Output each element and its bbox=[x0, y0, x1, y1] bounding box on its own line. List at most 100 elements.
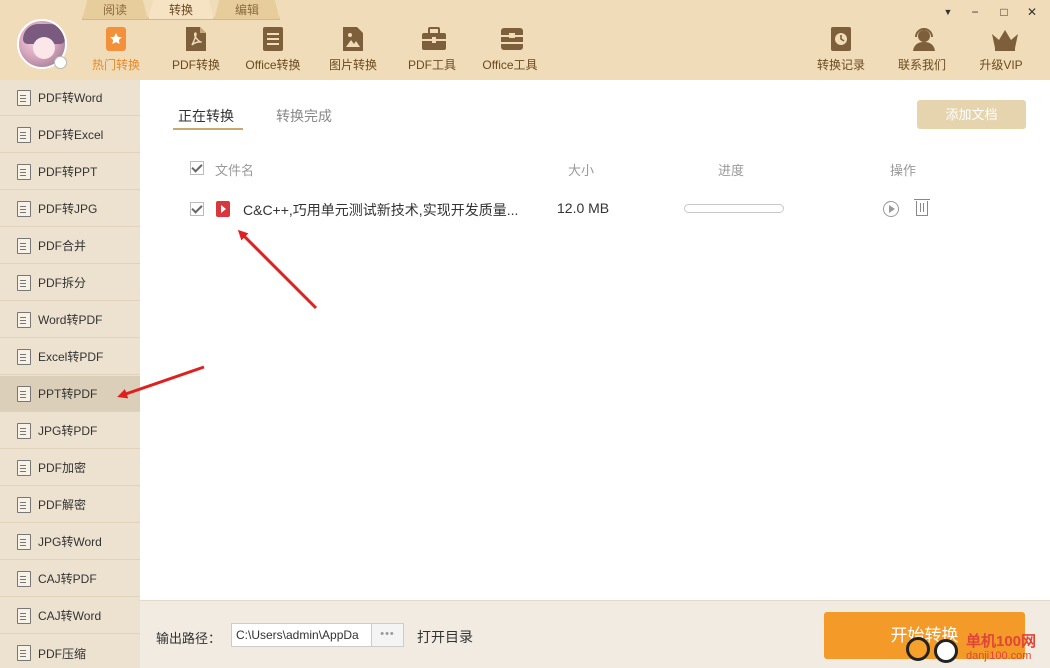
pdf-tools-button[interactable]: PDF工具 bbox=[404, 26, 460, 76]
pdf-file-icon bbox=[17, 163, 31, 180]
main-panel: 正在转换 转换完成 添加文档 文件名 大小 进度 操作 C&C++,巧用单元测试… bbox=[140, 80, 1050, 600]
header-filename: 文件名 bbox=[215, 163, 255, 178]
word-file-icon bbox=[17, 311, 31, 328]
history-button[interactable]: 转换记录 bbox=[814, 26, 868, 76]
sidebar-item-label: JPG转Word bbox=[38, 535, 102, 549]
tab-converting[interactable]: 正在转换 bbox=[178, 106, 234, 126]
output-path-value: C:\Users\admin\AppDa bbox=[236, 628, 359, 642]
merge-file-icon bbox=[17, 237, 31, 254]
progress-bar bbox=[684, 204, 784, 213]
file-size: 12.0 MB bbox=[557, 200, 610, 216]
ppt-file-icon bbox=[17, 385, 31, 402]
caj-file-icon bbox=[17, 607, 31, 624]
toolbox-icon bbox=[421, 26, 446, 52]
ppt-file-icon bbox=[216, 201, 230, 217]
add-document-button[interactable]: 添加文档 bbox=[917, 100, 1026, 129]
open-directory-link[interactable]: 打开目录 bbox=[417, 627, 473, 647]
sidebar-item-excel-to-pdf[interactable]: Excel转PDF bbox=[0, 339, 140, 375]
menu-dropdown-icon[interactable]: ▼ bbox=[940, 4, 956, 20]
sidebar-item-pdf-decrypt[interactable]: PDF解密 bbox=[0, 487, 140, 523]
sidebar-item-pdf-to-excel[interactable]: PDF转Excel bbox=[0, 117, 140, 153]
sidebar-item-label: Excel转PDF bbox=[38, 350, 104, 364]
sidebar-item-label: PDF转Word bbox=[38, 91, 103, 105]
top-toolbar: 阅读 转换 编辑 热门转换 PDF转换 Office转换 图片转换 PDF工具 … bbox=[0, 0, 1050, 80]
pdf-file-icon bbox=[17, 126, 31, 143]
maximize-button[interactable]: □ bbox=[996, 4, 1012, 20]
headset-user-icon bbox=[911, 26, 935, 52]
sidebar-item-label: CAJ转Word bbox=[38, 609, 102, 623]
sidebar-item-pdf-encrypt[interactable]: PDF加密 bbox=[0, 450, 140, 486]
sidebar-item-label: JPG转PDF bbox=[38, 424, 98, 438]
split-file-icon bbox=[17, 274, 31, 291]
sidebar-item-label: PDF转Excel bbox=[38, 128, 104, 142]
sidebar-item-label: PDF解密 bbox=[38, 498, 87, 512]
trash-icon[interactable] bbox=[914, 199, 930, 216]
browse-button[interactable]: ••• bbox=[371, 624, 403, 646]
office-toolbox-icon bbox=[499, 26, 523, 52]
sidebar-item-pdf-merge[interactable]: PDF合并 bbox=[0, 228, 140, 264]
sidebar-item-label: Word转PDF bbox=[38, 313, 103, 327]
pdf-tools-label: PDF工具 bbox=[407, 58, 456, 72]
sidebar-item-caj-to-word[interactable]: CAJ转Word bbox=[0, 598, 140, 634]
avatar-face bbox=[33, 37, 55, 59]
mode-tabs: 阅读 转换 编辑 bbox=[82, 0, 280, 20]
header-actions: 操作 bbox=[890, 163, 917, 178]
sidebar-item-label: PDF压缩 bbox=[38, 646, 87, 661]
image-file-icon bbox=[17, 422, 31, 439]
select-all-checkbox[interactable] bbox=[190, 161, 204, 175]
caj-file-icon bbox=[17, 570, 31, 587]
tab-read[interactable]: 阅读 bbox=[82, 0, 148, 20]
close-button[interactable]: ✕ bbox=[1024, 4, 1040, 20]
header-size: 大小 bbox=[568, 163, 595, 178]
watermark-name: 单机100网 bbox=[966, 633, 1037, 650]
office-tools-button[interactable]: Office工具 bbox=[480, 26, 540, 76]
watermark-plus-icon bbox=[906, 637, 930, 661]
sidebar-item-jpg-to-word[interactable]: JPG转Word bbox=[0, 524, 140, 560]
hot-convert-button[interactable]: 热门转换 bbox=[88, 26, 144, 76]
image-doc-icon bbox=[342, 26, 364, 52]
sidebar-item-pdf-compress[interactable]: PDF压缩 bbox=[0, 635, 140, 668]
play-icon[interactable] bbox=[883, 201, 899, 217]
sidebar-item-label: PDF合并 bbox=[38, 239, 87, 253]
avatar-status-icon bbox=[54, 56, 67, 69]
office-convert-button[interactable]: Office转换 bbox=[242, 26, 304, 76]
sidebar-item-pdf-split[interactable]: PDF拆分 bbox=[0, 265, 140, 301]
header-progress: 进度 bbox=[718, 163, 745, 178]
office-tools-label: Office工具 bbox=[482, 58, 538, 72]
image-convert-label: 图片转换 bbox=[328, 58, 377, 72]
pdf-doc-icon bbox=[185, 26, 207, 52]
sidebar: PDF转Word PDF转Excel PDF转PPT PDF转JPG PDF合并… bbox=[0, 80, 140, 668]
tab-edit[interactable]: 编辑 bbox=[214, 0, 280, 20]
active-tab-indicator bbox=[173, 128, 243, 130]
sidebar-item-pdf-to-jpg[interactable]: PDF转JPG bbox=[0, 191, 140, 227]
sidebar-item-pdf-to-word[interactable]: PDF转Word bbox=[0, 80, 140, 116]
upgrade-vip-button[interactable]: 升级VIP bbox=[976, 26, 1026, 76]
tab-convert[interactable]: 转换 bbox=[148, 0, 214, 20]
clock-doc-icon bbox=[830, 26, 852, 52]
sidebar-item-pdf-to-ppt[interactable]: PDF转PPT bbox=[0, 154, 140, 190]
minimize-button[interactable]: − bbox=[967, 4, 983, 20]
output-path-field[interactable]: C:\Users\admin\AppDa ••• bbox=[231, 623, 404, 647]
excel-file-icon bbox=[17, 348, 31, 365]
row-checkbox[interactable] bbox=[190, 202, 204, 216]
image-convert-button[interactable]: 图片转换 bbox=[325, 26, 381, 76]
sidebar-item-label: PPT转PDF bbox=[38, 387, 98, 401]
sidebar-item-caj-to-pdf[interactable]: CAJ转PDF bbox=[0, 561, 140, 597]
hot-convert-label: 热门转换 bbox=[91, 58, 140, 72]
pdf-convert-button[interactable]: PDF转换 bbox=[168, 26, 224, 76]
upgrade-vip-label: 升级VIP bbox=[979, 58, 1023, 72]
sidebar-item-label: PDF转PPT bbox=[38, 165, 98, 179]
contact-button[interactable]: 联系我们 bbox=[894, 26, 950, 76]
file-name: C&C++,巧用单元测试新技术,实现开发质量... bbox=[243, 202, 519, 218]
sidebar-item-label: PDF转JPG bbox=[38, 202, 98, 216]
lock-file-icon bbox=[17, 459, 31, 476]
unlock-file-icon bbox=[17, 496, 31, 513]
site-watermark: 单机100网 danji100.com bbox=[904, 630, 1050, 668]
history-label: 转换记录 bbox=[816, 58, 865, 72]
office-doc-icon bbox=[262, 26, 284, 52]
sidebar-item-jpg-to-pdf[interactable]: JPG转PDF bbox=[0, 413, 140, 449]
watermark-dot-icon bbox=[934, 639, 958, 663]
sidebar-item-word-to-pdf[interactable]: Word转PDF bbox=[0, 302, 140, 338]
sidebar-item-ppt-to-pdf[interactable]: PPT转PDF bbox=[0, 376, 140, 412]
tab-completed[interactable]: 转换完成 bbox=[276, 106, 332, 126]
